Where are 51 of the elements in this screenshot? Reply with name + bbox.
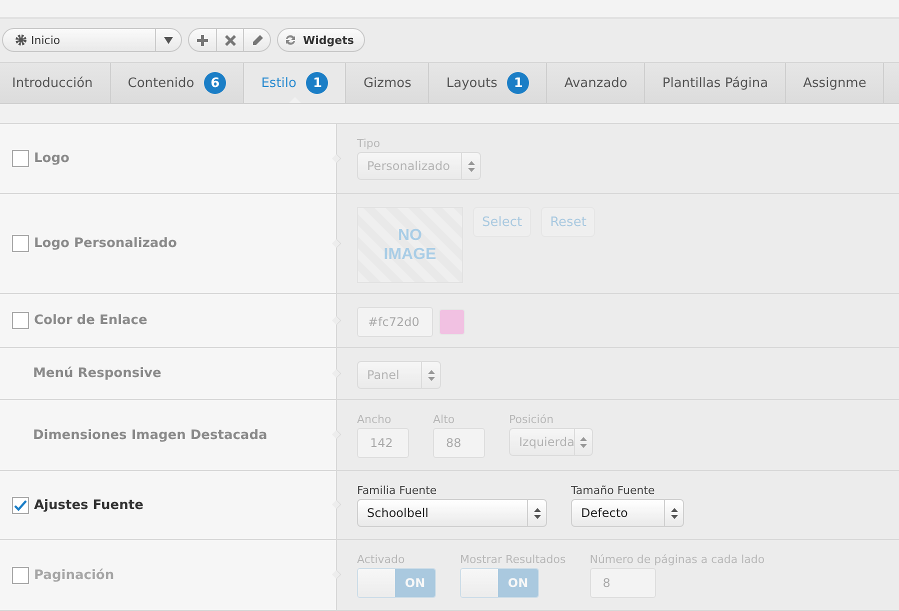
setting-label: Color de Enlace <box>34 313 148 328</box>
field-label: Familia Fuente <box>357 484 438 497</box>
tab-label: Estilo <box>261 76 296 91</box>
tab-label: Layouts <box>446 76 498 91</box>
setting-label: Ajustes Fuente <box>34 498 144 512</box>
caret-icon <box>164 36 173 44</box>
color-swatch[interactable] <box>439 309 465 335</box>
pencil-icon <box>252 34 262 46</box>
tab[interactable]: Avanzado <box>547 62 646 104</box>
tab-pointer <box>288 97 302 104</box>
tab[interactable]: Estilo 1 <box>244 62 346 104</box>
preset-value: Inicio <box>31 34 60 47</box>
select-arrows-icon <box>468 160 474 172</box>
tab-label: Introducción <box>12 76 93 91</box>
tab[interactable]: Assignme <box>786 62 884 104</box>
select-field[interactable]: Schoolbell <box>357 499 547 527</box>
count-badge: 1 <box>306 72 328 94</box>
setting-label: Logo <box>34 151 70 166</box>
tab-label: Plantillas Página <box>662 76 768 91</box>
tab-label: Assignme <box>803 76 866 91</box>
plus-icon <box>197 34 208 46</box>
widgets-button[interactable]: Widgets <box>277 28 365 52</box>
tab-label: Avanzado <box>564 76 628 91</box>
tab[interactable]: Introducción <box>0 62 111 104</box>
tab[interactable]: Gizmos <box>346 62 430 104</box>
setting-label: Dimensiones Imagen Destacada <box>32 428 268 442</box>
checkbox[interactable] <box>12 235 29 252</box>
checkbox[interactable] <box>12 312 29 329</box>
gear-icon <box>15 34 27 46</box>
checkbox[interactable] <box>12 496 29 514</box>
setting-label: Menú Responsive <box>32 366 162 381</box>
select-field[interactable]: Defecto <box>571 499 684 527</box>
preset-select[interactable]: Inicio <box>2 28 182 52</box>
count-badge: 6 <box>204 72 226 94</box>
select-arrows-icon <box>534 508 540 518</box>
field-label: Tamaño Fuente <box>571 484 656 497</box>
setting-label: Paginación <box>34 568 114 582</box>
tab[interactable]: Layouts 1 <box>429 62 548 104</box>
tab-label: Gizmos <box>363 76 412 91</box>
checkbox[interactable] <box>12 566 29 584</box>
close-icon <box>224 34 236 46</box>
select-arrows-icon <box>670 508 678 518</box>
tab[interactable]: Plantillas Página <box>645 62 786 104</box>
tab-label: Contenido <box>128 76 194 91</box>
count-badge: 1 <box>507 72 530 94</box>
select-arrows-icon <box>580 436 588 448</box>
check-icon <box>14 500 27 510</box>
select-arrows-icon <box>428 370 434 380</box>
refresh-icon <box>284 34 297 46</box>
setting-label: Logo Personalizado <box>34 236 177 251</box>
checkbox[interactable] <box>12 150 29 167</box>
